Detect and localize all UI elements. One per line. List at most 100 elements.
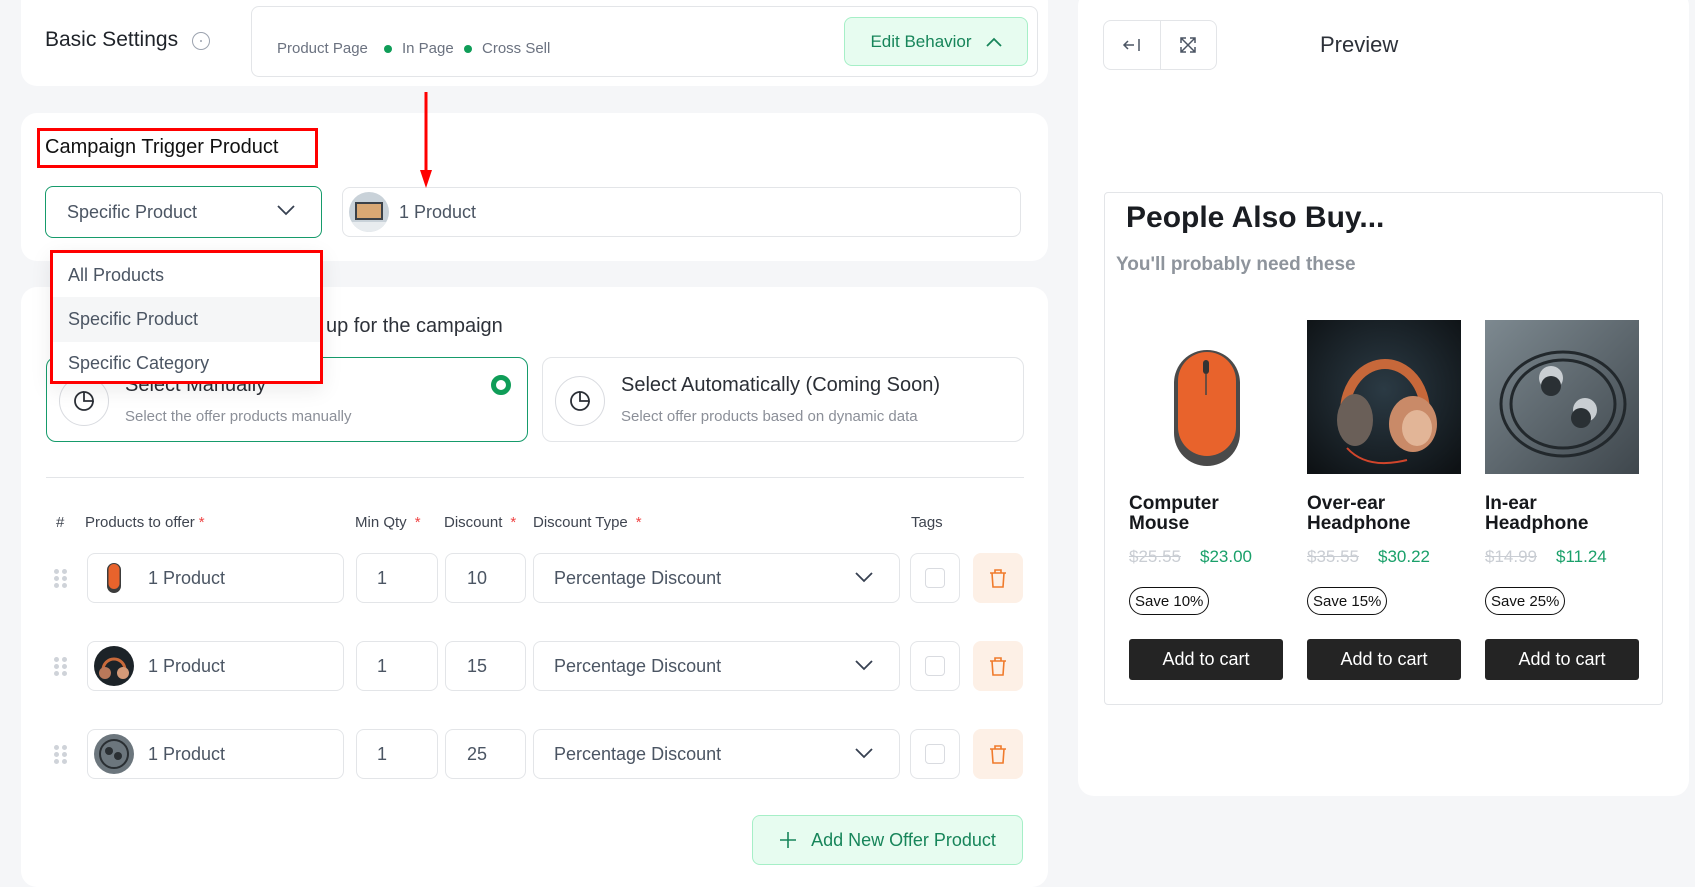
add-new-offer-product-button[interactable]: Add New Offer Product [752, 815, 1023, 865]
product-new-price: $11.24 [1556, 547, 1607, 566]
column-min-qty-label: Min Qty [355, 514, 407, 531]
campaign-trigger-title: Campaign Trigger Product [45, 136, 279, 158]
plus-icon [780, 832, 797, 848]
required-mark: * [198, 514, 205, 531]
add-new-offer-product-label: Add New Offer Product [811, 829, 996, 850]
product-old-price: $25.55 [1129, 547, 1181, 566]
arrow-left-bar-icon [1122, 39, 1140, 51]
preview-product-card: In-ear Headphone $14.99 $11.24 Save 25% … [1485, 320, 1639, 680]
save-badge: Save 10% [1129, 587, 1210, 615]
trigger-type-select[interactable]: Specific Product [45, 186, 322, 238]
chevron-down-icon [855, 572, 873, 583]
trigger-type-dropdown-menu: All Products Specific Product Specific C… [50, 250, 323, 384]
preview-title: Preview [1320, 32, 1399, 57]
product-new-price: $23.00 [1200, 547, 1252, 566]
add-to-cart-button[interactable]: Add to cart [1307, 639, 1461, 680]
preview-product-card: Over-ear Headphone $35.55 $30.22 Save 15… [1307, 320, 1461, 680]
delete-row-button[interactable] [973, 641, 1023, 691]
product-name: Over-ear Headphone [1307, 493, 1411, 534]
column-discount-type-label: Discount Type [533, 514, 628, 531]
column-index: # [56, 514, 65, 531]
column-discount-type: Discount Type * [533, 514, 642, 531]
offer-product-picker[interactable]: 1 Product [87, 729, 344, 779]
drag-handle-icon[interactable] [54, 745, 68, 765]
offer-row: 1 Product 1 15 Percentage Discount [0, 641, 1100, 691]
breadcrumb-product-page: Product Page [277, 40, 368, 57]
column-min-qty: Min Qty * [355, 514, 421, 531]
breadcrumb-dot [464, 45, 472, 53]
dropdown-option-all-products[interactable]: All Products [53, 253, 320, 298]
fullscreen-button[interactable] [1159, 21, 1216, 69]
select-automatically-subtitle: Select offer products based on dynamic d… [621, 408, 918, 425]
preview-product-card: Computer Mouse $25.55 $23.00 Save 10% Ad… [1129, 320, 1283, 680]
info-icon[interactable] [192, 32, 210, 50]
collapse-panel-button[interactable] [1104, 21, 1160, 69]
chevron-up-icon [985, 37, 1002, 47]
chevron-down-icon [277, 205, 295, 216]
discount-input[interactable]: 10 [445, 553, 526, 603]
save-badge: Save 15% [1307, 587, 1388, 615]
discount-input[interactable]: 15 [445, 641, 526, 691]
product-old-price: $35.55 [1307, 547, 1359, 566]
drag-handle-icon[interactable] [54, 657, 68, 677]
add-to-cart-button[interactable]: Add to cart [1129, 639, 1283, 680]
tags-checkbox-cell[interactable] [910, 729, 960, 779]
product-old-price: $14.99 [1485, 547, 1537, 566]
trigger-product-picker[interactable]: 1 Product [342, 187, 1021, 237]
dropdown-option-specific-product[interactable]: Specific Product [53, 297, 320, 342]
product-thumbnail-headphone [94, 646, 134, 686]
product-thumbnail-mouse [94, 558, 134, 598]
dropdown-option-specific-category[interactable]: Specific Category [53, 341, 320, 386]
required-mark: * [510, 514, 517, 531]
discount-type-value: Percentage Discount [554, 655, 722, 676]
tags-checkbox[interactable] [925, 568, 945, 588]
drag-handle-icon[interactable] [54, 569, 68, 589]
trash-icon [990, 569, 1006, 588]
required-mark: * [635, 514, 642, 531]
chevron-down-icon [855, 660, 873, 671]
divider [46, 477, 1024, 478]
breadcrumb-cross-sell: Cross Sell [482, 40, 551, 57]
discount-type-select[interactable]: Percentage Discount [533, 729, 900, 779]
min-qty-input[interactable]: 1 [356, 553, 438, 603]
add-to-cart-button[interactable]: Add to cart [1485, 639, 1639, 680]
tags-checkbox[interactable] [925, 744, 945, 764]
product-image-computer-mouse [1129, 320, 1283, 474]
expand-icon [1180, 37, 1197, 53]
chevron-down-icon [855, 748, 873, 759]
radio-selected[interactable] [491, 375, 511, 395]
select-automatically-option[interactable]: Select Automatically (Coming Soon) Selec… [542, 357, 1024, 442]
select-manually-subtitle: Select the offer products manually [125, 408, 352, 425]
tags-checkbox[interactable] [925, 656, 945, 676]
edit-behavior-button[interactable]: Edit Behavior [844, 17, 1028, 66]
offer-product-picker[interactable]: 1 Product [87, 641, 344, 691]
product-image-over-ear-headphone [1307, 320, 1461, 474]
product-new-price: $30.22 [1378, 547, 1430, 566]
delete-row-button[interactable] [973, 729, 1023, 779]
min-qty-input[interactable]: 1 [356, 729, 438, 779]
discount-type-select[interactable]: Percentage Discount [533, 553, 900, 603]
offer-product-label: 1 Product [148, 655, 226, 676]
offer-product-label: 1 Product [148, 567, 226, 588]
offer-product-picker[interactable]: 1 Product [87, 553, 344, 603]
product-name: In-ear Headphone [1485, 493, 1589, 534]
delete-row-button[interactable] [973, 553, 1023, 603]
offer-row: 1 Product 1 25 Percentage Discount [0, 729, 1100, 779]
product-name: Computer Mouse [1129, 493, 1219, 534]
discount-input[interactable]: 25 [445, 729, 526, 779]
required-mark: * [414, 514, 421, 531]
edit-behavior-label: Edit Behavior [870, 31, 972, 51]
tags-checkbox-cell[interactable] [910, 553, 960, 603]
min-qty-input[interactable]: 1 [356, 641, 438, 691]
column-discount: Discount * [444, 514, 516, 531]
behavior-summary: Product Page In Page Cross Sell Edit Beh… [251, 6, 1038, 77]
tags-checkbox-cell[interactable] [910, 641, 960, 691]
save-badge: Save 25% [1485, 587, 1566, 615]
trash-icon [990, 745, 1006, 764]
basic-settings-title: Basic Settings [45, 28, 179, 51]
discount-type-select[interactable]: Percentage Discount [533, 641, 900, 691]
discount-type-value: Percentage Discount [554, 743, 722, 764]
preview-toolbar [1103, 20, 1217, 70]
product-thumbnail-earbuds [94, 734, 134, 774]
product-thumbnail-monitor [349, 192, 389, 232]
